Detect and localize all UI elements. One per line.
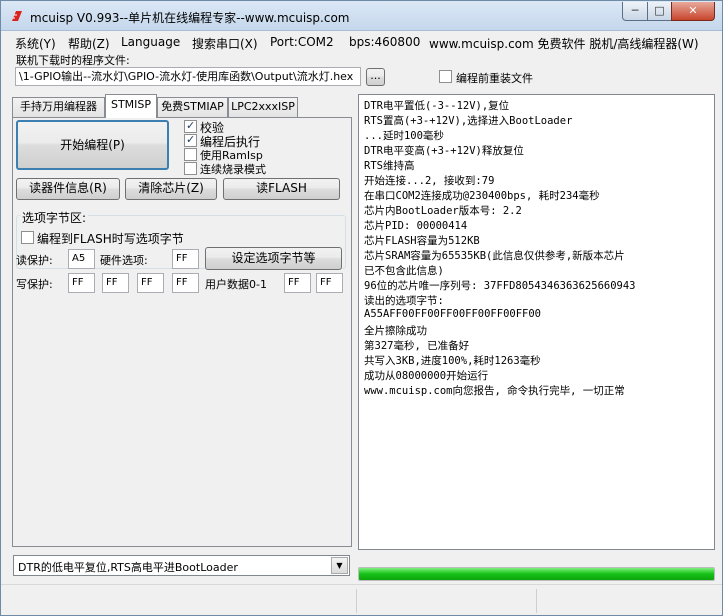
menu-bar: 系统(Y) 帮助(Z) Language 搜索串口(X) Port:COM2 b…: [9, 33, 715, 51]
log-line: www.mcuisp.com向您报告, 命令执行完毕, 一切正常: [364, 385, 625, 397]
read-device-info-button[interactable]: 读器件信息(R): [16, 178, 120, 200]
log-line: DTR电平变高(+3-+12V)释放复位: [364, 145, 524, 157]
reset-mode-value: DTR的低电平复位,RTS高电平进BootLoader: [18, 561, 238, 574]
log-line: 开始连接...2, 接收到:79: [364, 175, 495, 187]
use-ramisp-checkbox[interactable]: [184, 148, 197, 161]
window-title: mcuisp V0.993--单片机在线编程专家--www.mcuisp.com: [30, 11, 350, 25]
log-line: 在串口COM2连接成功@230400bps, 耗时234毫秒: [364, 190, 600, 202]
status-divider: [356, 589, 357, 613]
log-line: 96位的芯片唯一序列号: 37FFD8054346363625660943: [364, 280, 636, 292]
status-bar: [1, 584, 722, 615]
log-line: 芯片PID: 00000414: [364, 220, 468, 232]
menu-website[interactable]: www.mcuisp.com 免费软件 脱机/高线编程器(W): [429, 35, 699, 52]
menu-help[interactable]: 帮助(Z): [68, 35, 110, 52]
chevron-down-icon[interactable]: ▼: [331, 557, 348, 574]
close-button[interactable]: ✕: [671, 2, 715, 21]
write-protect-field-2[interactable]: FF: [137, 273, 164, 293]
hardware-option-label: 硬件选项:: [100, 254, 148, 267]
maximize-button[interactable]: □: [647, 2, 672, 21]
write-protect-label: 写保护:: [16, 278, 53, 291]
write-protect-field-0[interactable]: FF: [68, 273, 95, 293]
verify-checkbox[interactable]: [184, 119, 197, 133]
reload-before-program-label: 编程前重装文件: [456, 72, 533, 85]
user-data-field-0[interactable]: FF: [284, 273, 311, 293]
program-file-path[interactable]: \1-GPIO输出--流水灯\GPIO-流水灯-使用库函数\Output\流水灯…: [15, 67, 361, 86]
menu-port[interactable]: Port:COM2: [270, 35, 334, 49]
read-flash-button[interactable]: 读FLASH: [223, 178, 340, 200]
log-line: DTR电平置低(-3--12V),复位: [364, 100, 510, 112]
tab-lpc2xxx-isp[interactable]: LPC2xxxISP: [228, 97, 298, 117]
menu-bps[interactable]: bps:460800: [349, 35, 420, 49]
log-line: RTS维持高: [364, 160, 415, 172]
write-protect-field-3[interactable]: FF: [172, 273, 199, 293]
log-line: 成功从08000000开始运行: [364, 370, 489, 382]
user-data-label: 用户数据0-1: [205, 278, 267, 291]
tab-free-stmiap[interactable]: 免费STMIAP: [157, 97, 228, 117]
continuous-burn-checkbox[interactable]: [184, 162, 197, 175]
log-line: A55AFF00FF00FF00FF00FF00FF00: [364, 308, 542, 320]
log-line: 全片擦除成功: [364, 325, 427, 337]
option-bytes-title: 选项字节区:: [20, 209, 89, 226]
menu-search-port[interactable]: 搜索串口(X): [192, 35, 258, 52]
run-after-program-checkbox[interactable]: [184, 133, 197, 147]
set-option-bytes-button[interactable]: 设定选项字节等: [205, 247, 342, 270]
reset-mode-select[interactable]: DTR的低电平复位,RTS高电平进BootLoader ▼: [13, 555, 350, 576]
minimize-button[interactable]: ─: [622, 2, 648, 21]
log-line: ...延时100毫秒: [364, 130, 444, 142]
write-option-with-flash-checkbox[interactable]: [21, 231, 34, 244]
browse-button[interactable]: ...: [366, 68, 385, 86]
status-divider: [536, 589, 537, 613]
log-line: 第327毫秒, 已准备好: [364, 340, 470, 352]
log-output[interactable]: DTR电平置低(-3--12V),复位 RTS置高(+3-+12V),选择进入B…: [358, 94, 715, 550]
write-protect-field-1[interactable]: FF: [102, 273, 129, 293]
user-data-field-1[interactable]: FF: [316, 273, 343, 293]
continuous-burn-label: 连续烧录模式: [200, 163, 266, 176]
log-line: 芯片FLASH容量为512KB: [364, 235, 480, 247]
hardware-option-field[interactable]: FF: [172, 249, 199, 269]
log-line: 芯片SRAM容量为65535KB(此信息仅供参考,新版本芯片: [364, 250, 625, 262]
log-line: RTS置高(+3-+12V),选择进入BootLoader: [364, 115, 573, 127]
log-line: 已不包含此信息): [364, 265, 444, 277]
log-line: 芯片内BootLoader版本号: 2.2: [364, 205, 522, 217]
progress-bar: [358, 567, 715, 581]
app-window: mcuisp V0.993--单片机在线编程专家--www.mcuisp.com…: [0, 0, 723, 616]
menu-system[interactable]: 系统(Y): [15, 35, 56, 52]
tab-handheld-programmer[interactable]: 手持万用编程器: [12, 97, 105, 117]
read-protect-field[interactable]: A5: [68, 249, 95, 269]
chip-logo-icon: [12, 11, 22, 21]
progress-fill: [359, 568, 714, 580]
program-file-label: 联机下载时的程序文件:: [16, 54, 130, 67]
read-protect-label: 读保护:: [16, 254, 53, 267]
erase-chip-button[interactable]: 清除芯片(Z): [125, 178, 217, 200]
reload-before-program-checkbox[interactable]: [439, 70, 452, 83]
log-line: 读出的选项字节:: [364, 295, 444, 307]
write-option-with-flash-label: 编程到FLASH时写选项字节: [37, 232, 184, 246]
menu-language[interactable]: Language: [121, 35, 180, 49]
title-bar[interactable]: mcuisp V0.993--单片机在线编程专家--www.mcuisp.com…: [1, 1, 722, 31]
log-line: 共写入3KB,进度100%,耗时1263毫秒: [364, 355, 541, 367]
start-programming-button[interactable]: 开始编程(P): [16, 120, 169, 170]
tab-stmisp[interactable]: STMISP: [105, 94, 157, 118]
